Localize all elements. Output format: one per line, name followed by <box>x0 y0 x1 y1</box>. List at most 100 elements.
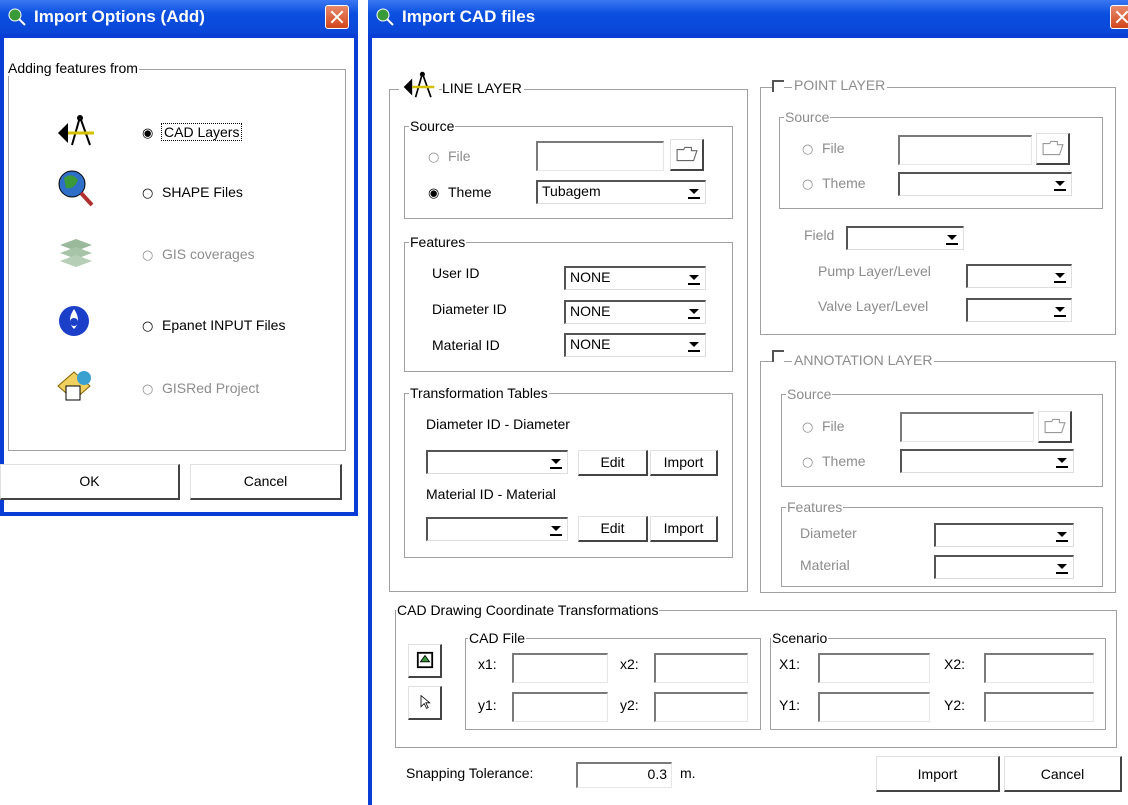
chevron-down-icon <box>1053 452 1071 471</box>
import-options-dialog: Import Options (Add) Adding features fro… <box>0 0 358 516</box>
Y2-label: Y2: <box>944 697 966 713</box>
dialog-title: Import Options (Add) <box>34 7 205 26</box>
Y1-label: Y1: <box>779 697 801 713</box>
select-value: Tubagem <box>542 183 601 199</box>
pick-cad-window-button[interactable] <box>408 644 442 678</box>
coords-label: CAD Drawing Coordinate Transformations <box>396 602 660 618</box>
radio-label: File <box>448 148 471 164</box>
annotation-file-input <box>900 412 1034 442</box>
line-file-input[interactable] <box>536 141 664 171</box>
annotation-file-radio: ○ File <box>802 418 845 435</box>
material-table-select[interactable] <box>426 517 568 541</box>
field-label: Field <box>804 227 835 243</box>
tables-label: Transformation Tables <box>409 385 549 401</box>
snapping-tolerance-label: Snapping Tolerance: <box>406 765 534 781</box>
dialog-body: Adding features from ◉ CAD Layers ○ SHAPE … <box>0 38 354 512</box>
point-file-input <box>898 135 1032 165</box>
radio-unselected-icon: ○ <box>428 150 440 165</box>
option-label: Epanet INPUT Files <box>162 317 286 333</box>
browse-folder-button[interactable] <box>670 139 704 171</box>
radio-epanet-input-files[interactable]: ○ Epanet INPUT Files <box>142 317 285 334</box>
import-button[interactable]: Import <box>876 756 1000 792</box>
point-theme-radio: ○ Theme <box>802 175 866 192</box>
chevron-down-icon <box>1053 526 1071 545</box>
annotation-theme-radio: ○ Theme <box>802 453 866 470</box>
layers-stack-icon <box>60 239 92 267</box>
material-id-label: Material ID <box>432 337 500 353</box>
cancel-button[interactable]: Cancel <box>190 464 342 500</box>
chevron-down-icon <box>685 336 703 355</box>
valve-layer-label: Valve Layer/Level <box>818 298 929 314</box>
radio-shape-files[interactable]: ○ SHAPE Files <box>142 184 243 201</box>
diameter-table-label: Diameter ID - Diameter <box>426 416 570 432</box>
point-file-radio: ○ File <box>802 140 845 157</box>
chevron-down-icon <box>1051 301 1069 320</box>
radio-gis-coverages: ○ GIS coverages <box>142 246 255 263</box>
close-button[interactable] <box>1110 5 1128 29</box>
diameter-table-select[interactable] <box>426 450 568 474</box>
app-globe-icon <box>376 8 394 26</box>
material-label: Material <box>800 557 850 573</box>
y2-label: y2: <box>620 697 639 713</box>
x1-input[interactable] <box>512 653 608 683</box>
gisred-project-icon <box>57 371 91 401</box>
annotation-theme-select <box>900 449 1074 473</box>
Y1-input[interactable] <box>818 692 930 722</box>
x2-input[interactable] <box>654 653 748 683</box>
Y2-input[interactable] <box>984 692 1094 722</box>
y2-input[interactable] <box>654 692 748 722</box>
X2-label: X2: <box>944 656 966 672</box>
annotation-layer-checkbox[interactable] <box>772 350 784 362</box>
annotation-diameter-select <box>934 523 1074 547</box>
cad-compass-icon <box>399 70 439 104</box>
dialog-title: Import CAD files <box>402 7 536 26</box>
radio-label: Theme <box>448 184 492 200</box>
option-label: GISRed Project <box>162 380 260 396</box>
chevron-down-icon <box>547 520 565 539</box>
cad-file-label: CAD File <box>468 630 527 646</box>
user-id-label: User ID <box>432 265 480 281</box>
line-theme-radio[interactable]: ◉ Theme <box>428 184 492 201</box>
snapping-unit-label: m. <box>680 765 696 781</box>
x1-label: x1: <box>478 656 497 672</box>
radio-label: Theme <box>822 175 866 191</box>
ok-button[interactable]: OK <box>0 464 180 500</box>
material-edit-button[interactable]: Edit <box>578 516 648 542</box>
select-pointer-button[interactable] <box>408 686 442 720</box>
diameter-label: Diameter <box>800 525 857 541</box>
radio-label: File <box>822 418 845 434</box>
diameter-edit-button[interactable]: Edit <box>578 450 648 476</box>
chevron-down-icon <box>1053 558 1071 577</box>
radio-unselected-icon: ○ <box>802 455 814 470</box>
radio-cad-layers[interactable]: ◉ CAD Layers <box>142 123 243 141</box>
select-value: NONE <box>570 269 611 285</box>
close-button[interactable] <box>325 5 349 29</box>
material-import-button[interactable]: Import <box>650 516 718 542</box>
diameter-import-button[interactable]: Import <box>650 450 718 476</box>
globe-magnifier-icon <box>58 170 94 207</box>
annotation-layer-label: ANNOTATION LAYER <box>792 352 935 368</box>
select-value: NONE <box>570 303 611 319</box>
user-id-select[interactable]: NONE <box>564 266 706 290</box>
radio-unselected-icon: ○ <box>142 319 154 334</box>
y1-label: y1: <box>478 697 497 713</box>
annotation-material-select <box>934 555 1074 579</box>
snapping-tolerance-input[interactable]: 0.3 <box>576 762 672 788</box>
radio-unselected-icon: ○ <box>142 186 154 201</box>
radio-unselected-icon: ○ <box>802 177 814 192</box>
browse-folder-button <box>1036 133 1070 165</box>
line-file-radio[interactable]: ○ File <box>428 148 471 165</box>
X2-input[interactable] <box>984 653 1094 683</box>
browse-folder-button <box>1038 411 1072 443</box>
valve-layer-select <box>966 298 1072 322</box>
X1-input[interactable] <box>818 653 930 683</box>
point-layer-checkbox[interactable] <box>772 80 784 92</box>
cancel-button[interactable]: Cancel <box>1004 756 1122 792</box>
line-theme-select[interactable]: Tubagem <box>536 180 706 204</box>
source-label: Source <box>786 386 833 402</box>
y1-input[interactable] <box>512 692 608 722</box>
radio-unselected-icon: ○ <box>142 248 154 263</box>
material-id-select[interactable]: NONE <box>564 333 706 357</box>
diameter-id-select[interactable]: NONE <box>564 300 706 324</box>
pump-layer-select <box>966 264 1072 288</box>
